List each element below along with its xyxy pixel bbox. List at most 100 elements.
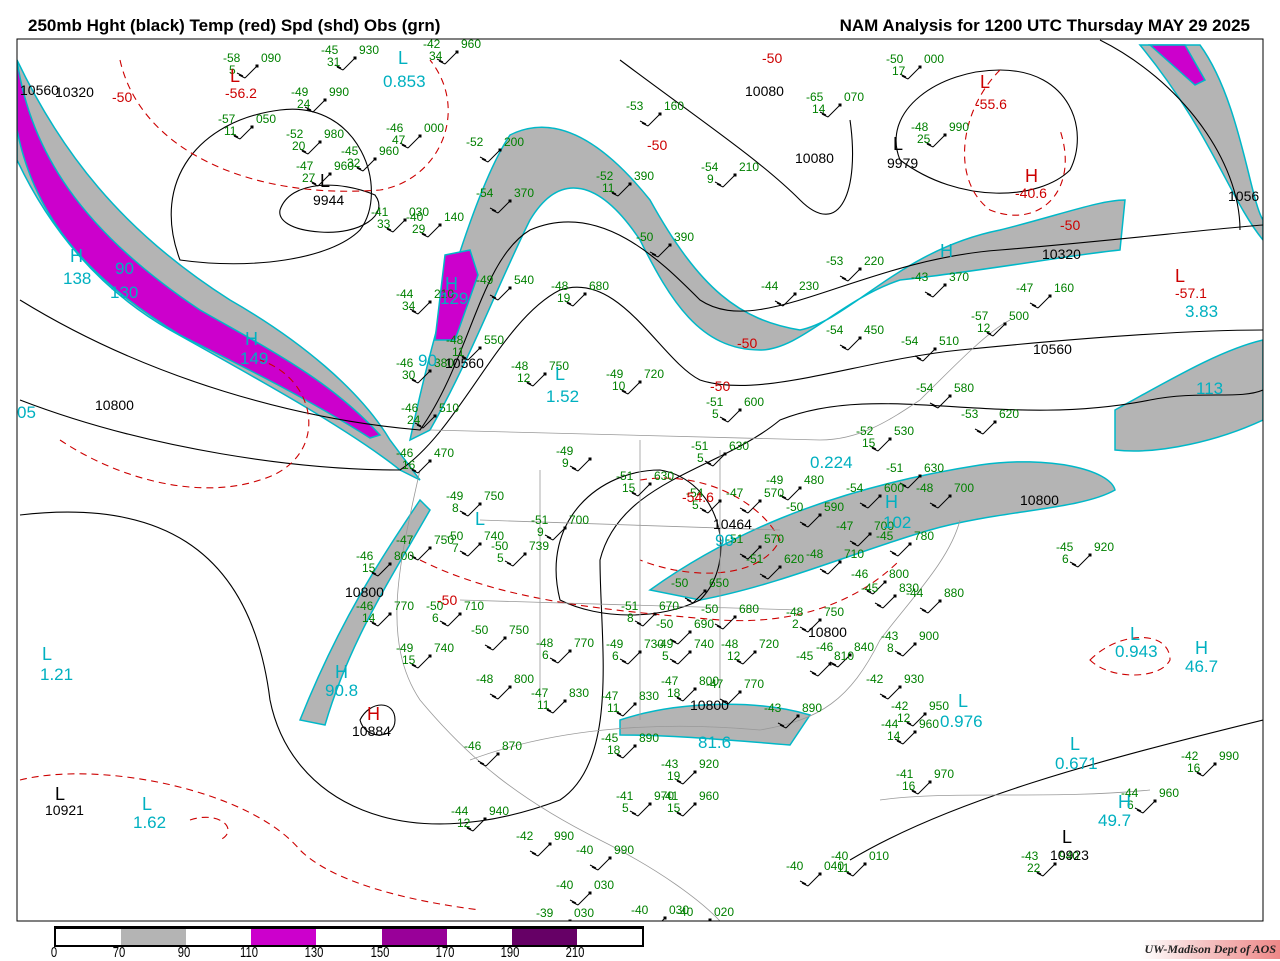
station-dewpoint-depression: 25 xyxy=(917,132,931,146)
station-height: 990 xyxy=(554,829,574,843)
station-marker xyxy=(948,494,952,498)
station-marker xyxy=(933,347,937,351)
wind-barb-icon xyxy=(714,174,736,188)
station-dewpoint-depression: 15 xyxy=(362,561,376,575)
station-marker xyxy=(498,148,502,152)
station-dewpoint-depression: 33 xyxy=(377,217,391,231)
station-plot: -47 83011 xyxy=(531,686,589,714)
station-marker xyxy=(688,630,692,634)
station-height: 370 xyxy=(514,186,534,200)
station-temperature: -40 xyxy=(786,859,804,873)
speed-max-label: 05 xyxy=(17,403,36,422)
wind-barb-icon xyxy=(629,803,651,817)
low-center-marker: L xyxy=(555,364,565,384)
wind-barb-icon xyxy=(484,637,506,651)
station-marker xyxy=(863,862,867,866)
station-height: 739 xyxy=(529,539,549,553)
station-height: 990 xyxy=(1219,749,1239,763)
station-height: 550 xyxy=(484,333,504,347)
station-height: 220 xyxy=(864,254,884,268)
station-plot: -53 220 xyxy=(826,254,884,282)
station-dewpoint-depression: 9 xyxy=(537,525,544,539)
station-temperature: -47 xyxy=(726,486,744,500)
high-center-marker: H xyxy=(245,329,258,349)
station-dewpoint-depression: 5 xyxy=(622,801,629,815)
wind-barb-icon xyxy=(894,643,916,657)
speed-max-label: 0.853 xyxy=(383,72,426,91)
wind-barb-icon xyxy=(809,663,831,677)
height-contour-label: 10080 xyxy=(795,150,834,166)
legend-tick: 0 xyxy=(50,944,58,961)
station-plot: -54 450 xyxy=(826,323,884,351)
station-plot: -48 72012 xyxy=(721,637,779,665)
station-marker xyxy=(778,565,782,569)
station-marker xyxy=(323,98,327,102)
station-height: 800 xyxy=(394,549,414,563)
station-plot: -50 7395 xyxy=(491,539,549,567)
station-dewpoint-depression: 16 xyxy=(902,779,916,793)
station-dewpoint-depression: 15 xyxy=(862,436,876,450)
station-height: 770 xyxy=(744,677,764,691)
station-dewpoint-depression: 22 xyxy=(1027,861,1041,875)
station-height: 960 xyxy=(334,159,354,173)
station-marker xyxy=(943,133,947,137)
station-temperature: -40 xyxy=(631,903,649,917)
station-height: 540 xyxy=(514,273,534,287)
wind-barb-icon xyxy=(549,650,571,664)
station-dewpoint-depression: 2 xyxy=(792,617,799,631)
station-height: 070 xyxy=(844,90,864,104)
low-center-marker: L xyxy=(893,134,903,154)
station-temperature: -47 xyxy=(396,533,414,547)
wind-barb-icon xyxy=(708,919,711,921)
station-dewpoint-depression: 15 xyxy=(622,481,636,495)
station-dewpoint-depression: 8 xyxy=(452,501,459,515)
speed-max-label: 0.224 xyxy=(810,453,853,472)
speed-max-label: 130 xyxy=(110,283,138,302)
station-temperature: -40 xyxy=(676,905,694,919)
station-height: 920 xyxy=(699,757,719,771)
station-height: 620 xyxy=(999,407,1019,421)
station-marker xyxy=(543,372,547,376)
station-dewpoint-depression: 5 xyxy=(662,649,669,663)
station-plot: -48 99025 xyxy=(911,120,969,148)
station-marker xyxy=(428,546,432,550)
station-marker xyxy=(693,687,697,691)
wind-barb-icon xyxy=(669,651,691,665)
station-marker xyxy=(433,414,437,418)
station-height: 770 xyxy=(394,599,414,613)
station-marker xyxy=(1153,799,1157,803)
station-marker xyxy=(478,502,482,506)
station-plot: -47 160 xyxy=(1016,281,1074,309)
station-height: 030 xyxy=(594,878,614,892)
station-marker xyxy=(588,457,592,461)
station-dewpoint-depression: 12 xyxy=(517,371,531,385)
station-temperature: -48 xyxy=(476,672,494,686)
station-plot: -49 74015 xyxy=(396,641,454,669)
wind-barb-icon xyxy=(714,616,736,630)
station-marker xyxy=(496,752,500,756)
station-dewpoint-depression: 34 xyxy=(429,49,443,63)
station-marker xyxy=(948,394,952,398)
station-height: 990 xyxy=(614,843,634,857)
speed-max-label: 102 xyxy=(883,513,911,532)
wind-barb-icon xyxy=(1134,800,1156,814)
station-marker xyxy=(653,612,657,616)
station-height: 990 xyxy=(949,120,969,134)
station-height: 580 xyxy=(954,381,974,395)
station-marker xyxy=(508,286,512,290)
station-marker xyxy=(428,300,432,304)
station-height: 530 xyxy=(894,424,914,438)
station-height: 710 xyxy=(464,599,484,613)
height-contour-label: 10800 xyxy=(95,397,134,413)
wind-barb-icon xyxy=(774,293,796,307)
wind-barb-icon xyxy=(619,651,641,665)
station-temperature: -53 xyxy=(961,407,979,421)
station-plot: -49 99024 xyxy=(291,85,349,113)
station-height: 510 xyxy=(439,401,459,415)
speed-max-label: 0.671 xyxy=(1055,754,1098,773)
station-height: 830 xyxy=(569,686,589,700)
low-center-marker: L xyxy=(1130,624,1140,644)
station-temperature: -53 xyxy=(826,254,844,268)
height-contour-label: 1056 xyxy=(1228,188,1259,204)
height-contour-label: 10800 xyxy=(345,584,384,600)
